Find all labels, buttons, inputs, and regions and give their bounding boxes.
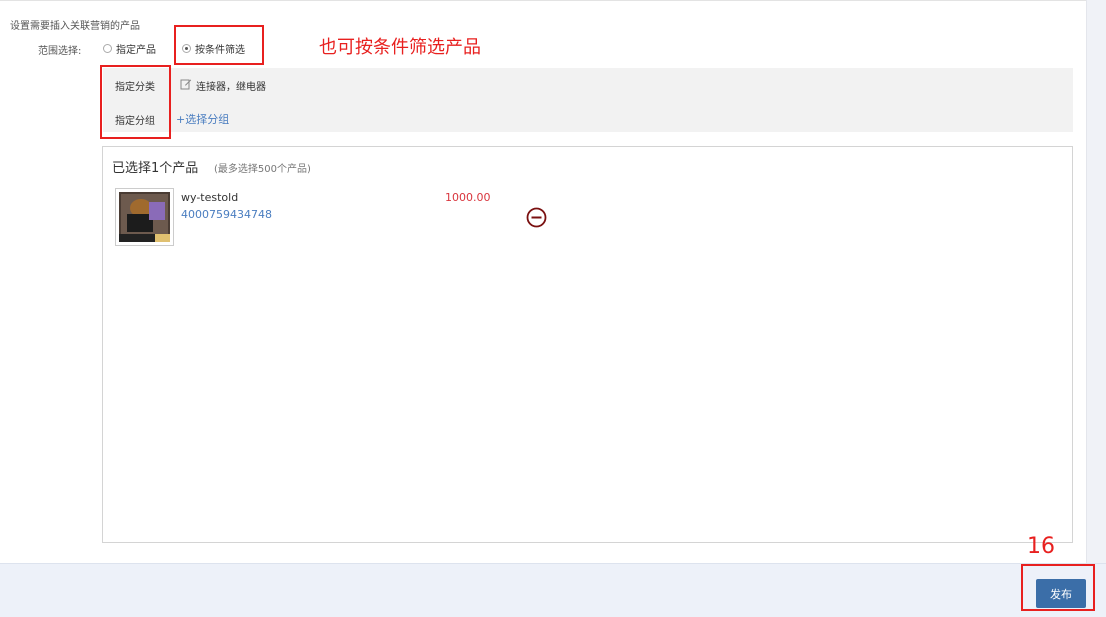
scrollbar-track[interactable] — [1086, 0, 1106, 563]
radio-label: 按条件筛选 — [195, 45, 245, 56]
category-label: 指定分类 — [115, 82, 155, 93]
group-label: 指定分组 — [115, 116, 155, 127]
radio-filter-by-condition[interactable]: 按条件筛选 — [182, 41, 245, 56]
section-intro: 设置需要插入关联营销的产品 — [10, 21, 140, 32]
edit-icon[interactable] — [180, 78, 192, 90]
minus-circle-icon[interactable] — [526, 207, 547, 228]
step-number: 16 — [1027, 534, 1055, 559]
range-label: 范围选择: — [38, 46, 82, 57]
publish-button[interactable]: 发布 — [1036, 579, 1086, 608]
selected-products-box — [102, 146, 1073, 543]
product-thumbnail[interactable] — [115, 188, 174, 246]
product-id-link[interactable]: 4000759434748 — [181, 208, 272, 221]
radio-dot — [182, 44, 191, 53]
choose-group-link[interactable]: +选择分组 — [176, 111, 229, 127]
product-image — [119, 192, 170, 242]
radio-dot — [103, 44, 112, 53]
product-name: wy-testold — [181, 191, 239, 204]
product-price: 1000.00 — [445, 191, 491, 204]
selection-limit-note: (最多选择500个产品) — [214, 164, 311, 175]
selected-count-title: 已选择1个产品 — [112, 161, 199, 176]
category-value: 连接器，继电器 — [196, 82, 266, 93]
annotation-note: 也可按条件筛选产品 — [319, 37, 481, 58]
radio-specified-products[interactable]: 指定产品 — [103, 41, 156, 56]
footer-bar — [0, 563, 1106, 617]
radio-label: 指定产品 — [116, 45, 156, 56]
